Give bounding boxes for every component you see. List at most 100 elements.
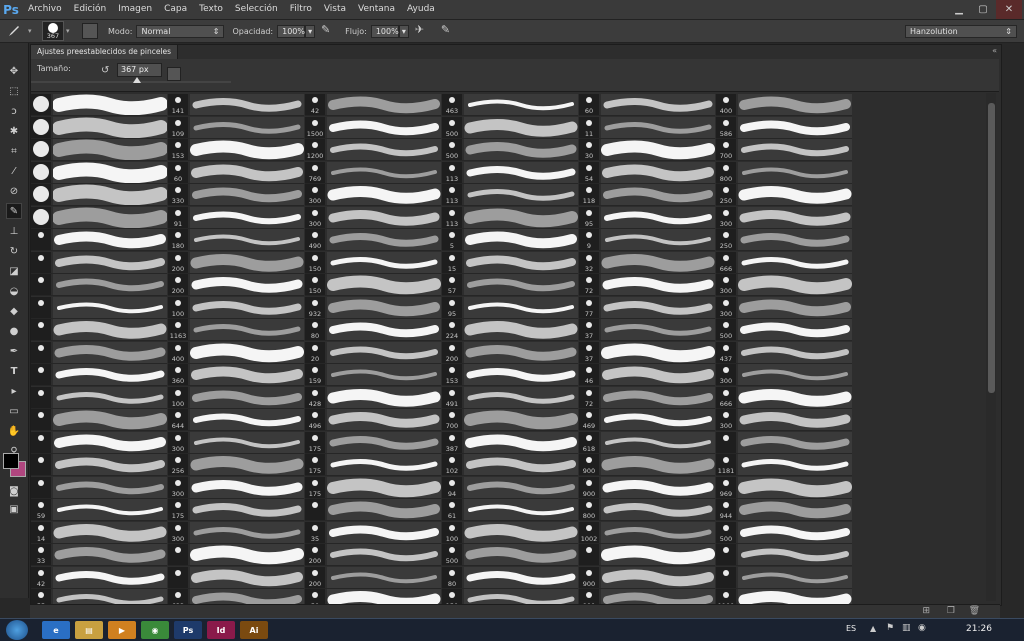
brush-preset[interactable]: 463 — [442, 93, 578, 116]
brush-preset[interactable]: 42 — [31, 566, 167, 589]
brush-preset[interactable]: 300 — [716, 296, 852, 319]
pressure-size-icon[interactable]: ✎ — [441, 23, 457, 39]
brush-preset[interactable]: 102 — [442, 453, 578, 476]
brush-preset[interactable]: 60 — [579, 93, 715, 116]
mode-select[interactable]: Normal ⇕ — [136, 24, 225, 38]
brush-preset[interactable]: 33 — [31, 543, 167, 566]
volume-icon[interactable]: ◉ — [918, 623, 926, 633]
size-slider-track[interactable] — [31, 81, 231, 83]
brush-preset[interactable] — [716, 543, 852, 566]
brush-preset[interactable]: 100 — [168, 386, 304, 409]
marquee-tool-icon[interactable]: ⬚ — [6, 83, 22, 99]
brush-preset[interactable]: 1200 — [305, 138, 441, 161]
brush-preset[interactable]: 94 — [442, 476, 578, 499]
brush-preset[interactable]: 256 — [168, 453, 304, 476]
opacity-slider-toggle-icon[interactable]: ▾ — [305, 24, 316, 38]
brush-preset[interactable]: 250 — [716, 228, 852, 251]
brush-preset[interactable]: 46 — [579, 363, 715, 386]
brush-preset[interactable] — [31, 206, 168, 229]
brush-tool-active-icon[interactable]: ✎ — [6, 203, 22, 219]
menu-filtro[interactable]: Filtro — [284, 0, 318, 19]
brush-preset[interactable]: 15 — [442, 251, 578, 274]
brush-preset[interactable]: 633 — [168, 588, 304, 605]
brush-preset[interactable]: 300 — [305, 206, 441, 229]
brush-preset[interactable] — [168, 566, 304, 589]
menu-seleccion[interactable]: Selección — [229, 0, 284, 19]
brush-preset[interactable]: 469 — [579, 408, 715, 431]
brush-preset[interactable]: 400 — [716, 93, 852, 116]
tool-preset-chevron-icon[interactable]: ▾ — [28, 27, 36, 35]
eyedropper-tool-icon[interactable]: ⁄ — [6, 163, 22, 179]
brush-preset[interactable]: 969 — [716, 476, 852, 499]
menu-ventana[interactable]: Ventana — [352, 0, 401, 19]
brush-preset[interactable]: 428 — [305, 386, 441, 409]
brush-preset[interactable]: 500 — [442, 543, 578, 566]
brush-preset[interactable]: 35 — [305, 521, 441, 544]
new-preset-icon[interactable] — [167, 67, 181, 81]
brush-preset[interactable] — [31, 228, 167, 251]
close-button[interactable]: ✕ — [996, 0, 1022, 19]
brush-preset[interactable]: 175 — [305, 476, 441, 499]
brush-preset[interactable]: 37 — [579, 341, 715, 364]
photoshop-icon[interactable]: Ps — [174, 621, 202, 639]
brush-preset[interactable]: 300 — [716, 206, 852, 229]
brush-preset[interactable]: 59 — [31, 498, 167, 521]
type-tool-icon[interactable]: T — [6, 363, 22, 379]
menu-edicion[interactable]: Edición — [68, 0, 113, 19]
brush-preset[interactable]: 60 — [168, 161, 304, 184]
menu-imagen[interactable]: Imagen — [112, 0, 158, 19]
flow-input[interactable]: 100% — [370, 24, 399, 38]
brush-preset[interactable]: 150 — [442, 588, 578, 605]
airbrush-icon[interactable]: ✈ — [415, 23, 431, 39]
size-input[interactable]: 367 px — [117, 63, 162, 77]
brush-preset[interactable]: 175 — [168, 498, 304, 521]
menu-archivo[interactable]: Archivo — [22, 0, 68, 19]
flow-slider-toggle-icon[interactable]: ▾ — [398, 24, 409, 38]
brush-preset[interactable]: 141 — [168, 93, 304, 116]
brush-preset[interactable]: 20 — [305, 341, 441, 364]
history-brush-tool-icon[interactable]: ↻ — [6, 243, 22, 259]
brush-preset[interactable]: 200 — [168, 273, 304, 296]
crop-tool-icon[interactable]: ⌗ — [6, 143, 22, 159]
brush-preset[interactable]: 37 — [579, 318, 715, 341]
brush-preset[interactable] — [31, 408, 167, 431]
brush-preset[interactable]: 490 — [305, 228, 441, 251]
brush-preset[interactable] — [31, 318, 167, 341]
brush-preset[interactable]: 491 — [442, 386, 578, 409]
brush-preset[interactable]: 153 — [168, 138, 304, 161]
brush-preset[interactable]: 32 — [579, 251, 715, 274]
brush-preset[interactable] — [31, 93, 168, 116]
brush-preset[interactable]: 300 — [168, 476, 304, 499]
brush-preset[interactable]: 150 — [305, 251, 441, 274]
explorer-icon[interactable]: ▤ — [75, 621, 103, 639]
brush-preset[interactable]: 30 — [579, 138, 715, 161]
brush-preset[interactable]: 1002 — [579, 521, 715, 544]
brush-preset[interactable]: 800 — [716, 161, 852, 184]
brush-preset[interactable] — [31, 476, 167, 499]
brush-preset[interactable]: 400 — [168, 341, 304, 364]
brush-preset[interactable]: 91 — [168, 206, 304, 229]
pressure-opacity-icon[interactable]: ✎ — [321, 23, 337, 39]
start-button[interactable] — [6, 620, 28, 640]
tray-expand-icon[interactable]: ▲ — [870, 624, 876, 633]
brush-picker-chevron-icon[interactable]: ▾ — [66, 27, 74, 35]
brush-preset[interactable]: 54 — [579, 161, 715, 184]
network-icon[interactable]: ▥ — [902, 623, 911, 633]
brush-preset[interactable] — [31, 138, 168, 161]
brush-preset[interactable]: 153 — [442, 363, 578, 386]
brush-preset[interactable] — [31, 363, 167, 386]
brush-preset[interactable]: 300 — [168, 431, 304, 454]
language-indicator[interactable]: ES — [846, 624, 856, 633]
brush-preset[interactable]: 200 — [442, 341, 578, 364]
brush-preset[interactable]: 800 — [579, 498, 715, 521]
brush-preset[interactable]: 666 — [716, 386, 852, 409]
brush-preset[interactable]: 180 — [168, 228, 304, 251]
brush-preset[interactable]: 77 — [579, 296, 715, 319]
minimize-button[interactable]: ▁ — [948, 0, 970, 19]
brush-preset[interactable]: 1500 — [305, 116, 441, 139]
quick-mask-icon[interactable]: ◙ — [6, 483, 22, 499]
brush-preset[interactable]: 586 — [716, 116, 852, 139]
brush-preset[interactable]: 57 — [442, 273, 578, 296]
brush-preset[interactable]: 200 — [168, 251, 304, 274]
brush-preset[interactable]: 55 — [31, 588, 167, 605]
